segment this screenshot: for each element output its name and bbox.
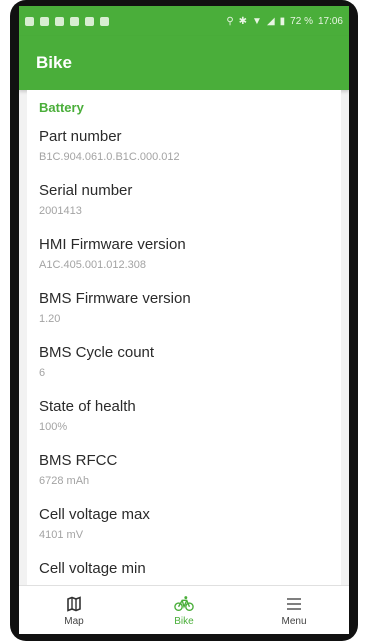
- bottom-navigation: Map Bike Menu: [19, 585, 349, 634]
- play-icon: [100, 16, 109, 26]
- detail-value: 1.20: [39, 313, 61, 325]
- battery-percent: 72 %: [290, 15, 313, 27]
- notification-icon: [55, 16, 64, 26]
- detail-label: HMI Firmware version: [39, 236, 186, 253]
- nav-label: Menu: [281, 615, 307, 627]
- notification-icon: [40, 16, 49, 26]
- detail-label: State of health: [39, 398, 136, 415]
- detail-label: Cell voltage max: [39, 506, 150, 523]
- nav-item-menu[interactable]: Menu: [239, 586, 349, 634]
- detail-value: A1C.405.001.012.308: [39, 259, 147, 271]
- detail-value: 2001413: [39, 205, 82, 217]
- nav-label: Bike: [174, 615, 194, 627]
- battery-icon: ▮: [279, 15, 286, 27]
- bluetooth-icon: ✱: [238, 15, 248, 27]
- section-title-battery: Battery: [39, 100, 84, 115]
- map-icon: [64, 594, 84, 614]
- notification-icon: [85, 16, 94, 26]
- notification-icon: [25, 16, 34, 26]
- detail-label: Part number: [39, 128, 122, 145]
- status-notification-icons: [25, 16, 109, 26]
- detail-row-state-of-health: State of health 100%: [39, 398, 329, 434]
- detail-label: Cell voltage min: [39, 560, 146, 577]
- status-system-icons: ⚲ ✱ ▼ ◢ ▮ 72 % 17:06: [226, 16, 343, 27]
- nav-item-bike[interactable]: Bike: [129, 586, 239, 634]
- page-title: Bike: [36, 53, 72, 72]
- detail-row-serial-number: Serial number 2001413: [39, 182, 329, 218]
- detail-value: 6728 mAh: [39, 475, 90, 487]
- status-bar: ⚲ ✱ ▼ ◢ ▮ 72 % 17:06: [19, 6, 349, 36]
- detail-row-bms-firmware: BMS Firmware version 1.20: [39, 290, 329, 326]
- detail-row-hmi-firmware: HMI Firmware version A1C.405.001.012.308: [39, 236, 329, 272]
- detail-value: B1C.904.061.0.B1C.000.012: [39, 151, 180, 163]
- detail-label: BMS Cycle count: [39, 344, 155, 361]
- detail-value: 4101 mV: [39, 529, 84, 541]
- detail-row-cell-voltage-min: Cell voltage min: [39, 560, 329, 582]
- detail-row-cell-voltage-max: Cell voltage max 4101 mV: [39, 506, 329, 542]
- detail-value: 100%: [39, 421, 68, 433]
- notification-icon: [70, 16, 79, 26]
- phone-frame: ⚲ ✱ ▼ ◢ ▮ 72 % 17:06 Bike Battery Part n…: [10, 0, 358, 641]
- wifi-icon: ▼: [252, 15, 262, 27]
- nav-label: Map: [64, 615, 84, 627]
- detail-value: 6: [39, 367, 46, 379]
- nav-item-map[interactable]: Map: [19, 586, 129, 634]
- bike-icon: [174, 594, 194, 614]
- clock: 17:06: [317, 15, 343, 27]
- menu-icon: [284, 594, 304, 614]
- screen: ⚲ ✱ ▼ ◢ ▮ 72 % 17:06 Bike Battery Part n…: [19, 6, 349, 634]
- detail-row-bms-rfcc: BMS RFCC 6728 mAh: [39, 452, 329, 488]
- detail-row-part-number: Part number B1C.904.061.0.B1C.000.012: [39, 128, 329, 164]
- detail-label: Serial number: [39, 182, 133, 199]
- detail-label: BMS RFCC: [39, 452, 118, 469]
- battery-details-card[interactable]: Battery Part number B1C.904.061.0.B1C.00…: [27, 90, 341, 586]
- detail-label: BMS Firmware version: [39, 290, 191, 307]
- signal-icon: ◢: [266, 15, 275, 27]
- app-bar: Bike: [19, 36, 349, 90]
- location-icon: ⚲: [226, 15, 234, 27]
- detail-row-bms-cycle-count: BMS Cycle count 6: [39, 344, 329, 380]
